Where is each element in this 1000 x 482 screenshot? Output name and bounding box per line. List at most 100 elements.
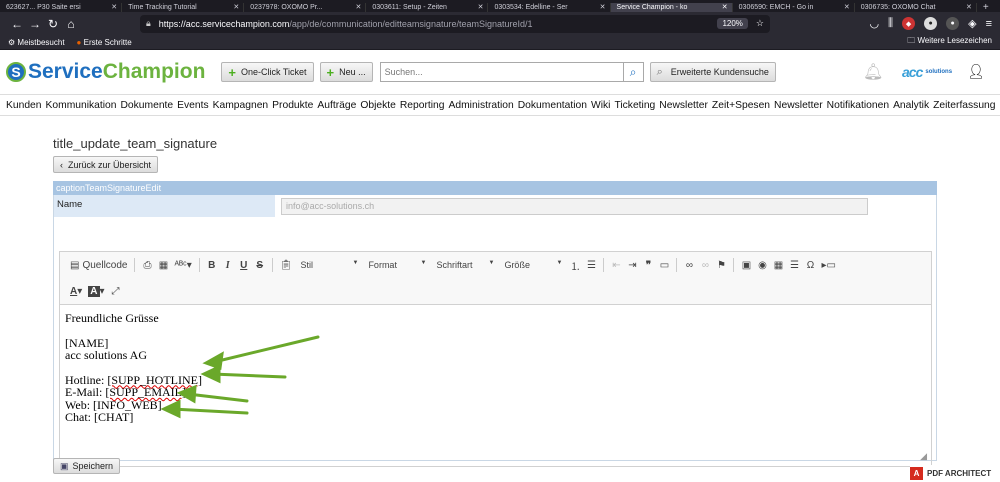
bell-icon[interactable]: 🔔︎ xyxy=(863,62,883,82)
nav-item[interactable]: Notifikationen xyxy=(827,100,889,111)
browser-tab[interactable]: 0303534: Edelline - Ser ✕ xyxy=(488,3,611,12)
indent-icon[interactable]: ⇥ xyxy=(625,257,639,273)
close-icon[interactable]: ✕ xyxy=(844,3,850,12)
close-icon[interactable]: ✕ xyxy=(111,3,117,12)
nav-item[interactable]: Newsletter xyxy=(774,100,823,111)
nav-item[interactable]: Kunden xyxy=(6,100,42,111)
editor-body[interactable]: Freundliche Grüsse [NAME] acc solutions … xyxy=(60,305,931,465)
new-tab-icon[interactable]: + xyxy=(977,3,1000,12)
advanced-search-button[interactable]: ⌕ Erweiterte Kundensuche xyxy=(649,62,776,82)
flash-icon[interactable]: ◉ xyxy=(755,257,769,273)
extension-icon[interactable]: ● xyxy=(946,17,960,30)
nav-item[interactable]: Events xyxy=(177,100,208,111)
underline-button[interactable]: U xyxy=(237,257,251,273)
text-color-icon[interactable]: A ▾ xyxy=(68,283,84,299)
nav-item[interactable]: Newsletter xyxy=(659,100,708,111)
maximize-icon[interactable]: ⤢ xyxy=(109,283,123,299)
close-icon[interactable]: ✕ xyxy=(600,3,606,12)
iframe-icon[interactable]: ▸▭ xyxy=(819,257,837,273)
zoom-level[interactable]: 120% xyxy=(717,18,748,29)
new-button[interactable]: + Neu ... xyxy=(319,62,373,82)
pdf-architect-badge[interactable]: A PDF ARCHITECT xyxy=(910,465,1000,482)
browser-tab[interactable]: 0237978: OXOMO Pr... ✕ xyxy=(244,3,367,12)
bookmark-more[interactable]: 🗀︎ Weitere Lesezeichen xyxy=(907,35,992,49)
table-icon[interactable]: ▦ xyxy=(771,257,785,273)
nav-item[interactable]: Objekte xyxy=(360,100,396,111)
italic-button[interactable]: I xyxy=(221,257,235,273)
bg-color-icon[interactable]: A ▾ xyxy=(86,283,106,299)
nav-item[interactable]: Ticketing xyxy=(614,100,655,111)
nav-item[interactable]: Zeit+Spesen xyxy=(712,100,770,111)
close-icon[interactable]: ✕ xyxy=(233,3,239,12)
select-value: Format xyxy=(368,260,397,270)
div-icon[interactable]: ▭ xyxy=(657,257,671,273)
tab-label: Service Champion - ko xyxy=(616,4,688,11)
nav-item[interactable]: Aufträge xyxy=(317,100,356,111)
close-icon[interactable]: ✕ xyxy=(478,3,484,12)
bookmark-first-steps[interactable]: ● Erste Schritte xyxy=(77,38,132,47)
link-icon[interactable]: ∞ xyxy=(682,257,696,273)
browser-tab[interactable]: 0306590: EMCH - Go in ✕ xyxy=(733,3,855,12)
close-icon[interactable]: ✕ xyxy=(966,3,972,12)
nav-item[interactable]: Kommunikation xyxy=(46,100,117,111)
bookmark-most-visited[interactable]: ⚙ Meistbesucht xyxy=(8,38,65,47)
bookmark-star-icon[interactable]: ☆ xyxy=(756,18,764,29)
strikethrough-button[interactable]: S xyxy=(253,257,267,273)
blockquote-icon[interactable]: ❞ xyxy=(641,257,655,273)
forward-arrow-icon[interactable]: → xyxy=(26,17,44,31)
close-icon[interactable]: ✕ xyxy=(355,3,361,12)
nav-item[interactable]: Produkte xyxy=(272,100,313,111)
style-select[interactable]: Stil ▼ xyxy=(296,260,362,270)
bullet-list-icon[interactable]: ☰ xyxy=(584,257,598,273)
reload-icon[interactable]: ↻ xyxy=(44,17,62,31)
spellcheck-icon[interactable]: ᴬᴮᶜ▾ xyxy=(172,257,193,273)
user-icon[interactable]: 👤︎ xyxy=(967,63,985,80)
browser-tab[interactable]: 0306735: OXOMO Chat ✕ xyxy=(855,3,977,12)
unlink-icon[interactable]: ∞ xyxy=(698,257,712,273)
preview-icon[interactable]: ⎙ xyxy=(140,257,154,273)
anchor-flag-icon[interactable]: ⚑ xyxy=(714,257,728,273)
paste-text-icon[interactable]: 📋︎ xyxy=(278,257,295,273)
nav-item[interactable]: Reporting xyxy=(400,100,445,111)
browser-tab[interactable]: 623627... P30 Saite ersi ✕ xyxy=(0,3,123,12)
outdent-icon[interactable]: ⇤ xyxy=(609,257,623,273)
nav-item[interactable]: Analytik xyxy=(893,100,929,111)
pocket-icon[interactable]: ◡ xyxy=(869,17,879,30)
extensions-icon[interactable]: ◈ xyxy=(968,17,976,30)
search-button[interactable]: ⌕ xyxy=(623,62,644,82)
image-icon[interactable]: ▣ xyxy=(739,257,753,273)
back-to-overview-button[interactable]: ‹ Zurück zur Übersicht xyxy=(53,156,159,173)
nav-item[interactable]: Administration xyxy=(448,100,513,111)
nav-item[interactable]: Dokumentation xyxy=(518,100,587,111)
special-char-icon[interactable]: Ω xyxy=(803,257,817,273)
nav-item[interactable]: Zeiterfassung xyxy=(933,100,995,111)
address-bar[interactable]: 🔒︎ https://acc.servicechampion.com/app/d… xyxy=(140,14,770,33)
size-select[interactable]: Größe ▼ xyxy=(500,260,566,270)
browser-tab[interactable]: 0303611: Setup - Zeiten ✕ xyxy=(366,3,489,12)
home-icon[interactable]: ⌂ xyxy=(62,17,80,31)
save-button[interactable]: ▣ Speichern xyxy=(53,458,121,474)
service-champion-logo[interactable]: S Service Champion xyxy=(6,60,205,84)
one-click-ticket-button[interactable]: + One-Click Ticket xyxy=(221,62,314,82)
library-icon[interactable]: ⫼ xyxy=(888,17,893,30)
template-icon[interactable]: ▦ xyxy=(156,257,170,273)
search-input[interactable]: Suchen... xyxy=(379,62,624,82)
bold-button[interactable]: B xyxy=(205,257,219,273)
resize-handle-icon[interactable]: ◢ xyxy=(920,450,927,463)
extension-icon[interactable]: ◆ xyxy=(902,17,916,30)
back-arrow-icon[interactable]: ← xyxy=(8,17,26,31)
browser-tab-active[interactable]: Service Champion - ko ✕ xyxy=(610,3,733,12)
nav-item[interactable]: Wiki xyxy=(591,100,610,111)
font-select[interactable]: Schriftart ▼ xyxy=(432,260,498,270)
browser-tab[interactable]: Time Tracking Tutorial ✕ xyxy=(122,3,245,12)
close-icon[interactable]: ✕ xyxy=(722,3,728,12)
numbered-list-icon[interactable]: ⒈ xyxy=(568,257,582,273)
extension-icon[interactable]: ● xyxy=(924,17,938,30)
horizontal-rule-icon[interactable]: ☰ xyxy=(787,257,801,273)
format-select[interactable]: Format ▼ xyxy=(364,260,430,270)
nav-item[interactable]: Dokumente xyxy=(120,100,173,111)
source-button[interactable]: ▤ Quellcode xyxy=(68,257,129,273)
nav-item[interactable]: Kampagnen xyxy=(213,100,269,111)
menu-icon[interactable]: ≡ xyxy=(986,18,992,30)
name-input[interactable]: info@acc-solutions.ch xyxy=(281,198,868,215)
